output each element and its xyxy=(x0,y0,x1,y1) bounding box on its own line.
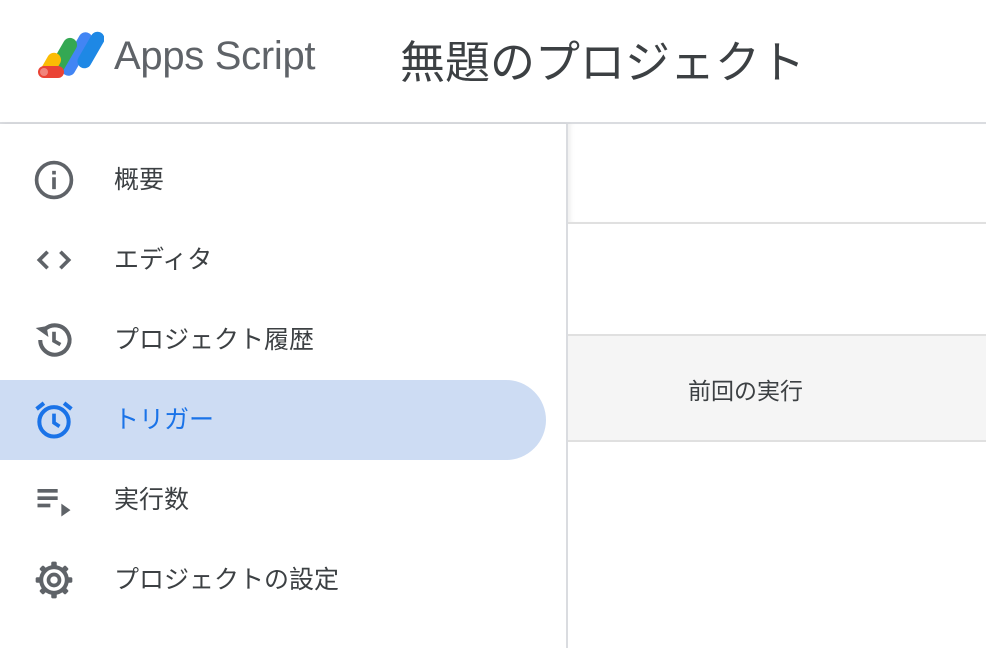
sidebar-item-label: トリガー xyxy=(114,405,215,434)
toolbar xyxy=(568,124,986,224)
project-title[interactable]: 無題のプロジェクト xyxy=(400,26,805,91)
sidebar-item-label: 実行数 xyxy=(114,485,190,514)
sidebar-item-project-settings[interactable]: プロジェクトの設定 xyxy=(0,540,546,620)
sidebar-item-label: エディタ xyxy=(114,245,213,274)
main-content: 前回の実行 xyxy=(568,124,986,648)
sidebar-item-label: プロジェクトの設定 xyxy=(114,565,340,594)
alarm-clock-icon xyxy=(32,398,76,442)
playlist-play-icon xyxy=(32,478,76,522)
code-icon xyxy=(32,238,76,282)
gear-icon xyxy=(32,558,76,602)
sidebar-item-executions[interactable]: 実行数 xyxy=(0,460,546,540)
apps-script-logo-icon[interactable] xyxy=(36,28,105,84)
sidebar-item-editor[interactable]: エディタ xyxy=(0,220,546,300)
info-icon xyxy=(32,158,76,202)
column-header-last-run[interactable]: 前回の実行 xyxy=(688,372,803,406)
sidebar-item-label: プロジェクト履歴 xyxy=(114,325,315,354)
sidebar-item-project-history[interactable]: プロジェクト履歴 xyxy=(0,300,546,380)
sidebar-item-label: 概要 xyxy=(114,165,165,194)
app-name: Apps Script xyxy=(114,34,316,78)
sidebar-item-triggers[interactable]: トリガー xyxy=(0,380,546,460)
history-icon xyxy=(32,318,76,362)
triggers-table-header: 前回の実行 xyxy=(568,334,986,442)
app-header: Apps Script 無題のプロジェクト xyxy=(0,0,986,124)
sidebar-nav: 概要 エディタ プロジェクト履歴 トリガー 実行数 プロジェクトの設定 xyxy=(0,124,568,648)
sidebar-item-overview[interactable]: 概要 xyxy=(0,140,546,220)
